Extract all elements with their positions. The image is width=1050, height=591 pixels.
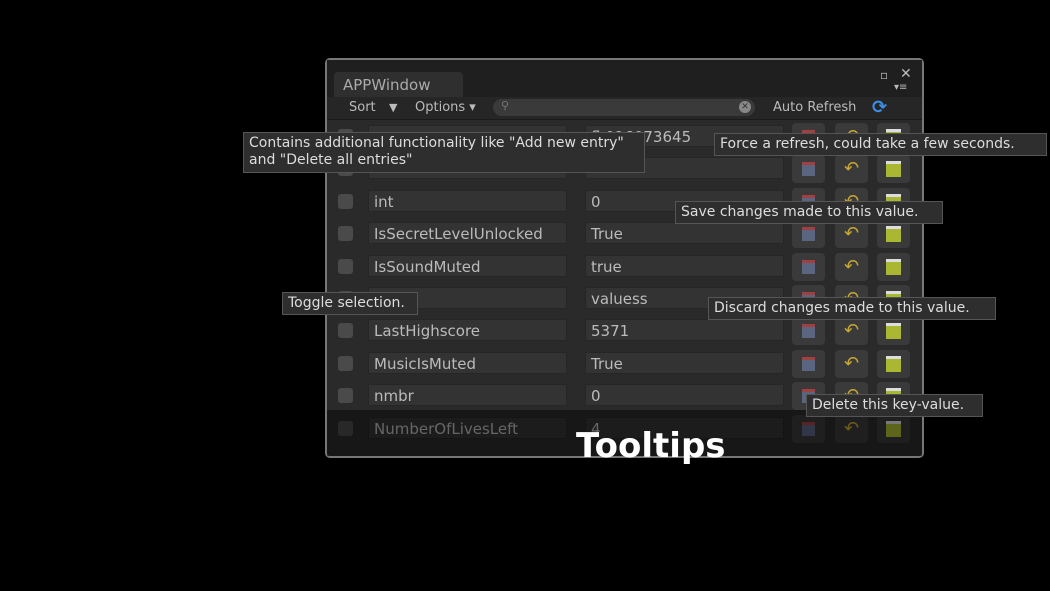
save-icon <box>802 227 815 242</box>
discard-button[interactable]: ↶ <box>835 220 868 249</box>
delete-button[interactable] <box>877 220 910 249</box>
clear-search-icon[interactable]: ✕ <box>739 101 751 113</box>
save-icon <box>802 162 815 177</box>
close-icon[interactable]: ✕ <box>900 66 912 82</box>
title-bar: APPWindow ▫ ✕ ▾≡ <box>327 60 922 98</box>
save-icon <box>802 259 815 274</box>
sort-arrow-icon[interactable]: ▼ <box>389 97 397 119</box>
trash-icon <box>886 226 901 243</box>
row-checkbox[interactable] <box>338 323 353 339</box>
discard-button[interactable]: ↶ <box>835 155 868 184</box>
delete-button[interactable] <box>877 252 910 281</box>
value-field[interactable]: True <box>585 351 784 374</box>
delete-button[interactable] <box>877 349 910 378</box>
key-field[interactable]: IsSoundMuted <box>368 254 567 277</box>
toggle-tooltip: Toggle selection. <box>282 292 418 315</box>
table-row: LastHighscore 5371 ↶ <box>327 317 922 346</box>
options-dropdown[interactable]: Options ▾ <box>415 97 476 119</box>
save-tooltip: Save changes made to this value. <box>675 201 943 224</box>
delete-tooltip: Delete this key-value. <box>806 394 983 417</box>
key-field[interactable]: nmbr <box>368 384 567 407</box>
key-field[interactable]: IsSecretLevelUnlocked <box>368 222 567 245</box>
value-field[interactable]: 0 <box>585 384 784 407</box>
value-field[interactable]: True <box>585 222 784 245</box>
discard-button[interactable]: ↶ <box>835 317 868 346</box>
row-checkbox[interactable] <box>338 258 353 274</box>
save-button[interactable] <box>792 155 825 184</box>
key-field[interactable]: LastHighscore <box>368 319 567 342</box>
undo-icon: ↶ <box>844 223 860 245</box>
sort-button[interactable]: Sort <box>349 97 376 119</box>
key-field[interactable]: MusicIsMuted <box>368 351 567 374</box>
trash-icon <box>886 258 901 275</box>
discard-tooltip: Discard changes made to this value. <box>708 297 996 320</box>
undo-icon: ↶ <box>844 352 860 374</box>
maximize-icon[interactable]: ▫ <box>880 68 888 82</box>
trash-icon <box>886 323 901 340</box>
search-icon: ⚲ <box>501 99 510 112</box>
menu-icon[interactable]: ▾≡ <box>894 82 907 93</box>
row-checkbox[interactable] <box>338 388 353 404</box>
discard-button[interactable]: ↶ <box>835 252 868 281</box>
table-row: MusicIsMuted True ↶ <box>327 349 922 378</box>
save-button[interactable] <box>792 349 825 378</box>
auto-refresh-toggle[interactable]: Auto Refresh <box>773 97 856 119</box>
discard-button[interactable]: ↶ <box>835 349 868 378</box>
save-icon <box>802 324 815 339</box>
options-tooltip: Contains additional functionality like "… <box>243 132 645 173</box>
delete-button[interactable] <box>877 155 910 184</box>
save-button[interactable] <box>792 220 825 249</box>
undo-icon: ↶ <box>844 320 860 342</box>
value-field[interactable]: true <box>585 254 784 277</box>
undo-icon: ↶ <box>844 158 860 180</box>
value-field[interactable]: 5371 <box>585 319 784 342</box>
row-checkbox[interactable] <box>338 355 353 371</box>
undo-icon: ↶ <box>844 255 860 277</box>
table-row: IsSoundMuted true ↶ <box>327 252 922 281</box>
caption: Tooltips <box>576 426 726 466</box>
save-icon <box>802 356 815 371</box>
row-checkbox[interactable] <box>338 193 353 209</box>
table-row: IsSecretLevelUnlocked True ↶ <box>327 220 922 249</box>
trash-icon <box>886 161 901 178</box>
refresh-tooltip: Force a refresh, could take a few second… <box>714 133 1047 156</box>
key-field[interactable]: int <box>368 189 567 212</box>
window-tab[interactable]: APPWindow <box>334 72 463 98</box>
trash-icon <box>886 355 901 372</box>
delete-button[interactable] <box>877 317 910 346</box>
save-button[interactable] <box>792 317 825 346</box>
refresh-icon[interactable]: ⟳ <box>872 97 887 119</box>
search-input[interactable]: ⚲ ✕ <box>493 99 755 116</box>
row-checkbox[interactable] <box>338 226 353 242</box>
save-button[interactable] <box>792 252 825 281</box>
toolbar: Sort ▼ Options ▾ ⚲ ✕ Auto Refresh ⟳ <box>327 97 922 120</box>
